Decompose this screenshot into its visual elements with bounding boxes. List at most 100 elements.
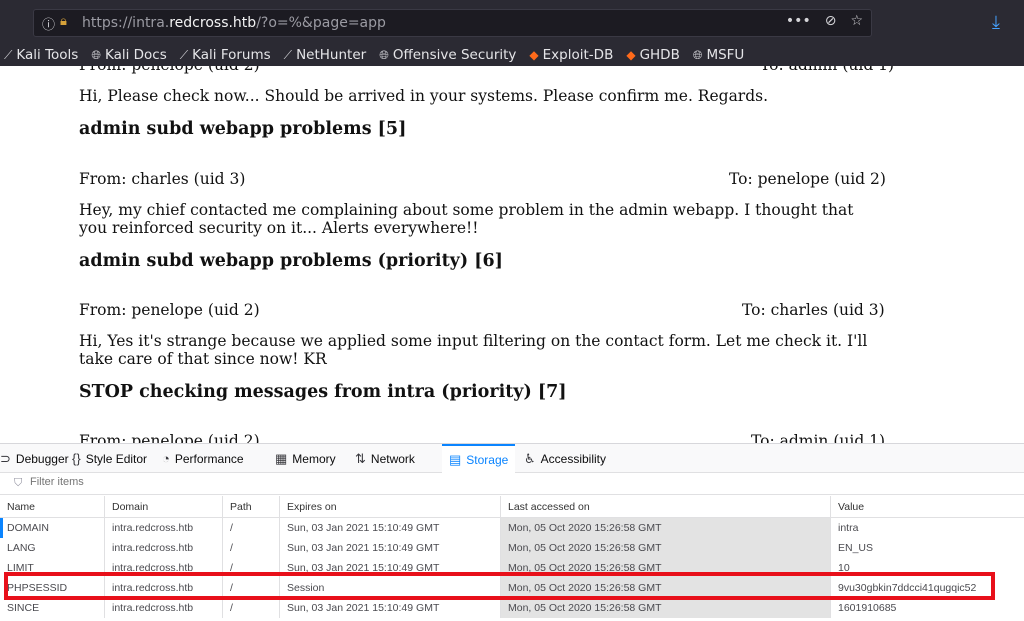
table-cell: Mon, 05 Oct 2020 15:26:58 GMT xyxy=(500,538,830,558)
message-body: Hi, Yes it's strange because we applied … xyxy=(79,332,868,368)
tab-label: Accessibility xyxy=(540,451,607,466)
pocket-icon[interactable]: ⊘ xyxy=(825,13,837,29)
devtools-tabs: ⊃ Debugger{} Style Editor ◔ Performance ▦ Memo… xyxy=(0,444,1024,473)
table-cell: DOMAIN xyxy=(0,518,104,538)
table-cell: Mon, 05 Oct 2020 15:26:58 GMT xyxy=(500,598,830,618)
tab-accessibility[interactable]: ♿︎ Accessibility xyxy=(524,444,606,473)
bookmark-kali-docs[interactable]: 🌐︎ Kali Docs xyxy=(91,47,166,63)
accessibility-icon: ♿︎ xyxy=(524,450,536,466)
gauge-icon: ◔ xyxy=(162,451,170,466)
tab-label: Debugger xyxy=(15,451,69,466)
bookmark-label: Kali Tools xyxy=(16,47,79,63)
message-to: To: charles (uid 3) xyxy=(742,301,885,319)
kali-dragon-icon: ⟋ xyxy=(283,47,293,62)
bookmark-label: Offensive Security xyxy=(392,47,517,63)
debugger-icon: ⊃ xyxy=(0,450,11,466)
table-cell: intra.redcross.htb xyxy=(104,598,222,618)
exploit-db-icon: ◆ xyxy=(626,48,636,62)
globe-icon: 🌐︎ xyxy=(379,47,389,62)
bookmark-label: Kali Docs xyxy=(104,47,167,63)
bookmark-nethunter[interactable]: ⟋ NetHunter xyxy=(284,47,367,63)
info-icon[interactable]: ⓘ xyxy=(42,14,55,33)
tab-style-editor[interactable]: {} Style Editor xyxy=(72,444,147,473)
insecure-lock-icon[interactable]: 🔒︎ xyxy=(60,14,67,29)
table-cell: / xyxy=(222,518,279,538)
tab-performance[interactable]: ◔ Performance xyxy=(162,444,244,473)
message-subject: admin subd webapp problems [5] xyxy=(79,119,407,139)
bookmark-kali-forums[interactable]: ⟋ Kali Forums xyxy=(180,47,271,63)
table-cell: LANG xyxy=(7,542,36,554)
message-subject: admin subd webapp problems (priority) [6… xyxy=(79,251,503,271)
bookmark-offensive-security[interactable]: 🌐︎ Offensive Security xyxy=(379,47,516,63)
bookmark-label: GHDB xyxy=(639,47,680,63)
column-header[interactable]: Expires on xyxy=(279,496,500,517)
filter-input[interactable] xyxy=(30,476,330,488)
table-cell: Sun, 03 Jan 2021 15:10:49 GMT xyxy=(279,598,500,618)
exploit-db-icon: ◆ xyxy=(529,48,539,62)
table-cell: EN_US xyxy=(830,538,1024,558)
tab-label: Network xyxy=(370,451,415,466)
table-row[interactable]: LANG intra.redcross.htb / Sun, 03 Jan 2021 … xyxy=(0,538,1024,558)
bookmark-ghdb[interactable]: ◆ GHDB xyxy=(626,47,680,63)
globe-icon: 🌐︎ xyxy=(692,47,703,62)
message-to: To: admin (uid 1) xyxy=(751,432,886,443)
memory-chip-icon: ▦ xyxy=(275,450,288,466)
message-from: From: penelope (uid 2) xyxy=(79,432,260,443)
message-to: To: penelope (uid 2) xyxy=(729,170,886,188)
bookmark-label: NetHunter xyxy=(296,47,367,63)
table-cell: / xyxy=(222,538,279,558)
message-body: Hi, Please check now... Should be arrive… xyxy=(79,87,769,105)
tab-network[interactable]: ⇅ Network xyxy=(355,444,415,473)
bookmarks-toolbar: ⟋ Kali Tools 🌐︎ Kali Docs ⟋ Kali Forums ⟋ NetHu… xyxy=(0,44,1024,66)
table-cell: / xyxy=(222,598,279,618)
download-icon[interactable]: ⤓ xyxy=(992,12,1000,33)
tab-memory[interactable]: ▦ Memory xyxy=(275,444,336,473)
page-actions-menu-icon[interactable]: ••• xyxy=(786,13,811,29)
filter-icon: ⛉ xyxy=(14,477,23,489)
table-cell: intra.redcross.htb xyxy=(104,538,222,558)
message-from: From: penelope (uid 2) xyxy=(79,66,260,74)
url-text[interactable]: https://intra.redcross.htb/?o=%&page=app xyxy=(82,15,386,31)
column-header[interactable]: Domain xyxy=(104,496,222,517)
table-cell: Sun, 03 Jan 2021 15:10:49 GMT xyxy=(279,518,500,538)
tab-debugger[interactable]: ⊃ Debugger xyxy=(0,444,69,473)
bookmark-label: Kali Forums xyxy=(192,47,271,63)
bookmark-exploit-db[interactable]: ◆ Exploit-DB xyxy=(529,47,613,63)
tab-storage[interactable]: ▤ Storage xyxy=(442,444,516,473)
message-to: To: admin (uid 1) xyxy=(760,66,894,74)
url-prefix: https://intra. xyxy=(82,15,170,31)
bookmark-star-icon[interactable]: ☆ xyxy=(850,13,863,29)
storage-icon: ▤ xyxy=(449,451,462,467)
tab-label: Memory xyxy=(292,451,336,466)
tab-label: Performance xyxy=(174,451,244,466)
filter-bar: ⛉ xyxy=(0,473,1024,495)
url-host: redcross.htb xyxy=(169,15,257,31)
column-header[interactable]: Last accessed on xyxy=(500,496,830,517)
bookmark-label: Exploit-DB xyxy=(542,47,614,63)
message-subject: STOP checking messages from intra (prior… xyxy=(79,382,567,402)
url-suffix: /?o=%&page=app xyxy=(256,15,386,31)
bookmark-kali-tools[interactable]: ⟋ Kali Tools xyxy=(4,47,78,63)
table-cell: SINCE xyxy=(7,602,40,614)
globe-icon: 🌐︎ xyxy=(91,47,101,62)
braces-icon: {} xyxy=(72,451,81,466)
page-content: From: penelope (uid 2) To: admin (uid 1)… xyxy=(0,66,1024,443)
table-cell: intra xyxy=(830,518,1024,538)
message-from: From: charles (uid 3) xyxy=(79,170,246,188)
table-row[interactable]: DOMAIN intra.redcross.htb / Sun, 03 Jan 202… xyxy=(0,518,1024,538)
url-bar[interactable]: ⓘ 🔒︎ https://intra.redcross.htb/?o=%&pag… xyxy=(33,9,872,37)
table-cell: intra.redcross.htb xyxy=(104,518,222,538)
table-cell: 1601910685 xyxy=(830,598,1024,618)
bookmark-msfu[interactable]: 🌐︎ MSFU xyxy=(693,47,744,63)
table-cell: Mon, 05 Oct 2020 15:26:58 GMT xyxy=(500,518,830,538)
table-header: Name Domain Path Expires on Last accessed on… xyxy=(0,496,1024,518)
column-header[interactable]: Value xyxy=(830,496,1024,517)
kali-dragon-icon: ⟋ xyxy=(4,47,13,62)
table-cell: Sun, 03 Jan 2021 15:10:49 GMT xyxy=(279,538,500,558)
browser-toolbar: ⓘ 🔒︎ https://intra.redcross.htb/?o=%&pag… xyxy=(0,0,1024,44)
message-from: From: penelope (uid 2) xyxy=(79,301,260,319)
table-row[interactable]: SINCE intra.redcross.htb / Sun, 03 Jan 2021… xyxy=(0,598,1024,618)
column-header[interactable]: Name xyxy=(0,496,104,517)
column-header[interactable]: Path xyxy=(222,496,279,517)
highlight-box xyxy=(4,572,995,600)
